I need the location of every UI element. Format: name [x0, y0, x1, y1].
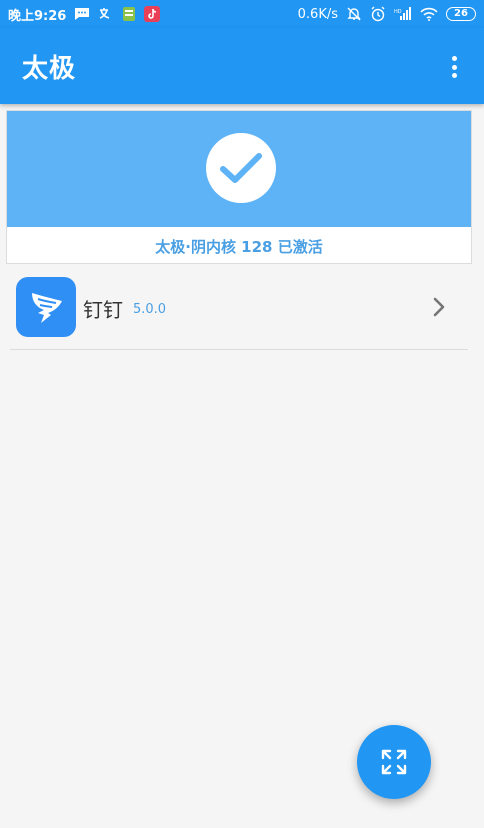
- dingtalk-app-icon: [16, 277, 76, 337]
- app-bar: 太极: [0, 28, 484, 104]
- tiktok-icon: [144, 6, 161, 22]
- status-bar: 晚上9:26 0.6K/s HD 26: [0, 0, 484, 28]
- battery-icon: 26: [446, 7, 476, 21]
- wifi-icon: [420, 7, 438, 21]
- status-banner: [7, 111, 471, 227]
- app-notification-icon: [122, 6, 136, 22]
- expand-fab-button[interactable]: [357, 725, 431, 799]
- status-time: 晚上9:26: [8, 8, 67, 24]
- more-options-icon[interactable]: [444, 52, 464, 82]
- activation-status-text: 太极·阴内核 128 已激活: [155, 237, 323, 256]
- hd-signal-icon: HD: [394, 7, 412, 21]
- module-item[interactable]: 钉钉 5.0.0: [10, 270, 468, 350]
- network-speed: 0.6K/s: [297, 6, 338, 22]
- app-title: 太极: [22, 54, 77, 84]
- alarm-icon: [370, 6, 386, 22]
- check-icon: [206, 133, 276, 203]
- module-version: 5.0.0: [133, 302, 167, 317]
- expand-arrows-icon: [381, 749, 407, 775]
- svg-text:HD: HD: [394, 9, 402, 15]
- mute-icon: [346, 6, 362, 22]
- module-name: 钉钉: [83, 298, 123, 322]
- framework-status-card[interactable]: 太极·阴内核 128 已激活: [6, 110, 472, 264]
- chevron-right-icon: [432, 296, 446, 322]
- translate-icon: [98, 7, 114, 21]
- message-icon: [74, 7, 90, 21]
